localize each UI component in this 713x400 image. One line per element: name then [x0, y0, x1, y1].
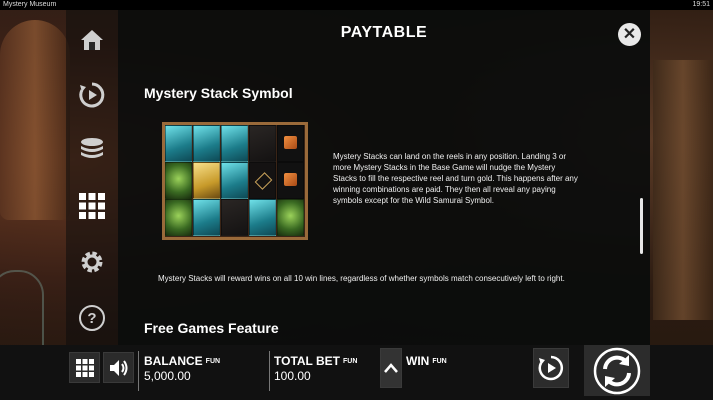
balance-value: 5,000.00 — [144, 369, 191, 383]
divider — [269, 351, 270, 391]
chevron-up-icon — [384, 363, 398, 373]
settings-button[interactable] — [76, 246, 108, 278]
total-bet-label: TOTAL BET FUN — [274, 354, 358, 368]
speaker-icon — [109, 359, 127, 376]
mystery-stack-description: Mystery Stacks can land on the reels in … — [333, 152, 578, 205]
close-icon: ✕ — [622, 26, 637, 43]
paytable-button[interactable] — [76, 190, 108, 222]
mystery-stack-note: Mystery Stacks will reward wins on all 1… — [158, 274, 565, 283]
window-title: Mystery Museum — [3, 1, 57, 8]
spin-button[interactable] — [584, 345, 650, 396]
bet-up-button[interactable] — [380, 348, 402, 388]
win-label: WIN FUN — [406, 354, 447, 368]
gear-icon — [81, 251, 103, 273]
home-icon — [81, 30, 103, 50]
background-bell-jar — [0, 270, 44, 354]
autoplay-icon — [538, 355, 564, 381]
mystery-stack-heading: Mystery Stack Symbol — [144, 85, 293, 101]
side-menu: ? — [66, 10, 118, 345]
svg-text:?: ? — [87, 310, 96, 327]
divider — [138, 351, 139, 391]
help-button[interactable]: ? — [76, 302, 108, 334]
help-icon: ? — [79, 305, 105, 331]
home-button[interactable] — [76, 24, 108, 56]
mystery-stack-symbol-image — [162, 122, 308, 240]
coins-icon — [81, 138, 103, 158]
balance-label: BALANCE FUN — [144, 354, 221, 368]
paytable-title: PAYTABLE — [340, 24, 428, 41]
background-statue — [0, 20, 70, 220]
paytable-panel: PAYTABLE ✕ Mystery Stack Symbol Mystery … — [118, 10, 650, 345]
autoplay-bottom-button[interactable] — [533, 348, 569, 388]
scrollbar-thumb[interactable] — [640, 198, 643, 254]
close-button[interactable]: ✕ — [618, 23, 641, 46]
free-games-heading: Free Games Feature — [144, 320, 279, 336]
menu-button[interactable] — [69, 352, 100, 383]
autoplay-icon — [79, 82, 105, 108]
clock: 19:51 — [692, 1, 710, 8]
paytable-grid-icon — [79, 193, 105, 219]
window-title-bar: Mystery Museum 19:51 — [0, 0, 713, 10]
menu-grid-icon — [75, 358, 94, 377]
background-totem — [653, 60, 713, 320]
total-bet-value: 100.00 — [274, 369, 311, 383]
spin-icon — [593, 347, 641, 394]
sound-button[interactable] — [103, 352, 134, 383]
bet-coins-button[interactable] — [76, 134, 108, 166]
autoplay-button[interactable] — [76, 79, 108, 111]
